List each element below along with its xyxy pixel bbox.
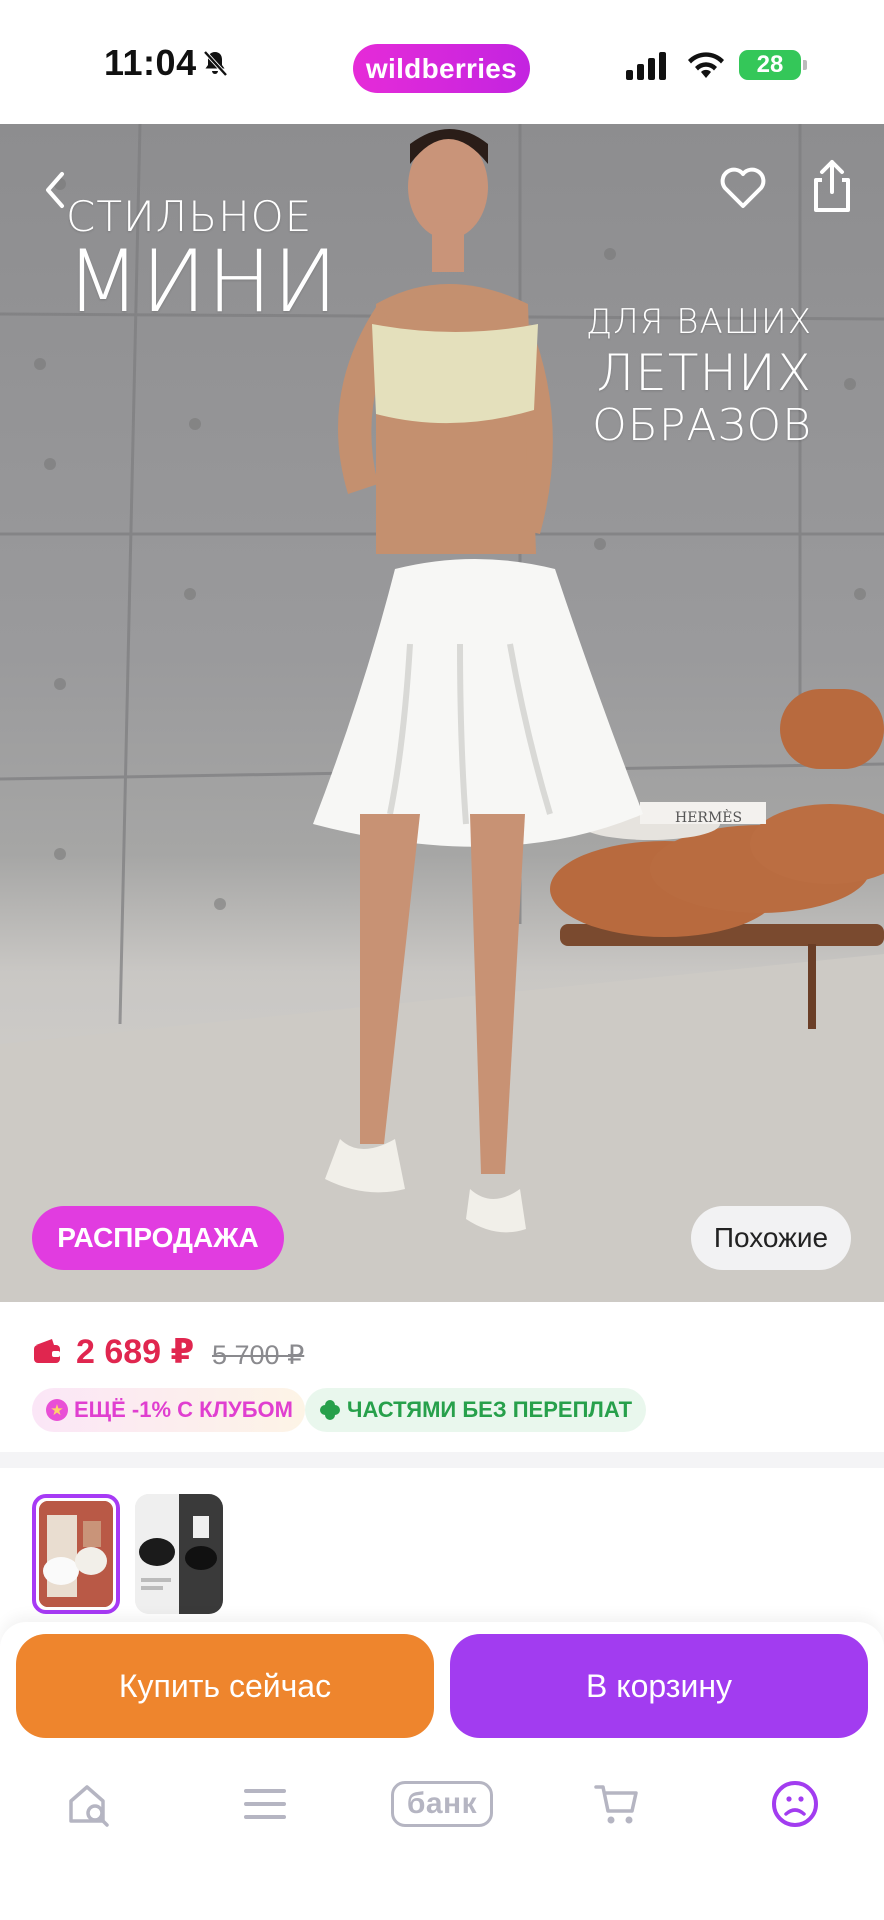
nav-home[interactable] (55, 1774, 125, 1834)
book-title-text: HERMÈS (675, 808, 742, 826)
home-search-icon (69, 1785, 109, 1827)
installments-chip[interactable]: ЧАСТЯМИ БЕЗ ПЕРЕПЛАТ (305, 1388, 647, 1432)
status-time: 11:04 (104, 42, 197, 83)
thumbnail-selected[interactable] (32, 1494, 120, 1614)
wallet-icon (34, 1339, 60, 1363)
promo-text-line: ДЛЯ ВАШИХ (585, 302, 812, 342)
club-discount-chip[interactable]: ★ ЕЩЁ -1% С КЛУБОМ (32, 1388, 305, 1432)
buy-now-button[interactable]: Купить сейчас (16, 1634, 434, 1738)
current-price: 2 689 ₽ (76, 1333, 195, 1371)
similar-products-button[interactable]: Похожие (691, 1206, 851, 1270)
nav-bank[interactable]: банк (390, 1774, 494, 1834)
add-to-cart-button[interactable]: В корзину (450, 1634, 868, 1738)
brand-logo[interactable]: wildberries (353, 44, 530, 93)
heart-icon[interactable] (716, 160, 770, 214)
star-icon: ★ (46, 1399, 68, 1421)
sale-badge: РАСПРОДАЖА (32, 1206, 284, 1270)
promo-text-headline: МИНИ (66, 232, 339, 332)
thumbnail[interactable] (135, 1494, 223, 1614)
bottom-navigation: банк (0, 1744, 884, 1920)
back-chevron-icon[interactable] (36, 164, 76, 216)
nav-catalog[interactable] (230, 1774, 300, 1834)
bank-icon: банк (391, 1781, 493, 1827)
profile-icon (772, 1781, 818, 1827)
share-icon[interactable] (806, 156, 858, 216)
purchase-actions: Купить сейчас В корзину (0, 1622, 884, 1744)
wifi-icon (688, 52, 724, 78)
image-thumbnails (0, 1468, 884, 1614)
battery-level: 28 (756, 51, 784, 78)
section-divider (0, 1452, 884, 1468)
nav-profile[interactable] (760, 1774, 830, 1834)
clover-icon (320, 1400, 340, 1420)
bell-muted-icon (203, 50, 228, 77)
promo-text-line: ЛЕТНИХ (596, 344, 812, 402)
price-section: 2 689 ₽ 5 700 ₽ ★ ЕЩЁ -1% С КЛУБОМ ЧАСТЯ… (0, 1302, 884, 1452)
old-price: 5 700 ₽ (212, 1340, 305, 1370)
product-image-carousel[interactable]: HERMÈS СТИЛЬНОЕ МИНИ ДЛЯ ВАШИХ ЛЕТНИХ ОБ… (0, 124, 884, 1302)
club-discount-label: ЕЩЁ -1% С КЛУБОМ (74, 1397, 293, 1422)
cellular-signal-icon (626, 52, 666, 80)
status-bar: 11:04 wildberries 28 (0, 0, 884, 124)
promo-text-line: ОБРАЗОВ (592, 400, 812, 451)
installments-label: ЧАСТЯМИ БЕЗ ПЕРЕПЛАТ (347, 1397, 633, 1422)
thumbnail-image (39, 1501, 113, 1607)
catalog-menu-icon (244, 1789, 286, 1819)
cart-icon (594, 1785, 638, 1824)
battery-indicator: 28 (739, 50, 807, 80)
thumbnail-image (135, 1494, 223, 1614)
nav-cart[interactable] (582, 1774, 652, 1834)
